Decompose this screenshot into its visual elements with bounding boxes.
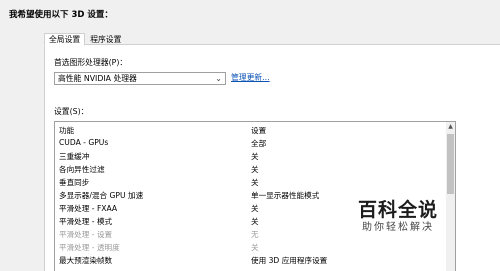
gpu-select[interactable]: 高性能 NVIDIA 处理器 ⌄ — [54, 72, 226, 85]
tab-program-settings[interactable]: 程序设置 — [85, 33, 126, 45]
manage-updates-link[interactable]: 管理更新... — [231, 72, 270, 83]
row-feature: 垂直同步 — [59, 178, 90, 187]
row-value: 关 — [251, 152, 259, 161]
scroll-thumb[interactable] — [447, 134, 454, 194]
row-value: 关 — [251, 243, 259, 252]
header-setting: 设置 — [251, 126, 267, 135]
row-feature: 平滑处理 - 透明度 — [59, 243, 120, 252]
gpu-label: 首选图形处理器(P)： — [54, 58, 128, 67]
watermark-main: 百科全说 — [358, 199, 439, 221]
table-row[interactable]: 垂直同步 关 — [55, 175, 447, 188]
row-feature: 平滑处理 - 模式 — [59, 217, 113, 226]
row-value: 关 — [251, 178, 259, 187]
row-feature: 各向异性过滤 — [59, 165, 105, 174]
row-value: 关 — [251, 204, 259, 213]
row-feature: 平滑处理 - FXAA — [59, 204, 118, 213]
row-feature: CUDA - GPUs — [59, 138, 109, 147]
watermark-logo: 百科全说 助你轻松解决 — [358, 199, 438, 235]
header-feature: 功能 — [59, 126, 75, 135]
tab-global-settings[interactable]: 全局设置 — [44, 33, 86, 46]
row-value: 无 — [251, 230, 259, 239]
row-feature: 最大预渲染帧数 — [59, 256, 113, 265]
table-row[interactable]: 各向异性过滤 关 — [55, 162, 447, 175]
gpu-select-value: 高性能 NVIDIA 处理器 — [58, 74, 137, 83]
row-value: 全部 — [251, 139, 267, 148]
row-feature: 三重缓冲 — [59, 152, 90, 161]
table-row[interactable]: CUDA - GPUs 全部 — [55, 136, 447, 149]
settings-list[interactable]: 功能 设置 CUDA - GPUs 全部 三重缓冲 关 各向异性过滤 关 垂直同… — [54, 121, 456, 271]
row-feature: 平滑处理 - 设置 — [59, 230, 113, 239]
table-row[interactable]: 最大预渲染帧数 使用 3D 应用程序设置 — [55, 253, 447, 266]
table-row-disabled: 平滑处理 - 透明度 关 — [55, 240, 447, 253]
section-title: 我希望使用以下 3D 设置： — [9, 10, 113, 20]
settings-label: 设置(S)： — [54, 107, 89, 116]
row-value: 关 — [251, 165, 259, 174]
row-value: 单一显示器性能模式 — [251, 191, 320, 200]
row-feature: 多显示器/混合 GPU 加速 — [59, 191, 144, 200]
list-header: 功能 设置 — [55, 122, 447, 135]
watermark-sub: 助你轻松解决 — [362, 222, 434, 233]
chevron-down-icon: ⌄ — [215, 74, 222, 83]
row-value: 使用 3D 应用程序设置 — [251, 256, 328, 265]
table-row[interactable]: 三重缓冲 关 — [55, 149, 447, 162]
tab-bar: 全局设置 程序设置 — [44, 33, 126, 46]
scroll-up-icon[interactable]: ▲ — [447, 123, 454, 131]
vertical-scrollbar[interactable]: ▲ — [446, 122, 455, 271]
row-value: 关 — [251, 217, 259, 226]
